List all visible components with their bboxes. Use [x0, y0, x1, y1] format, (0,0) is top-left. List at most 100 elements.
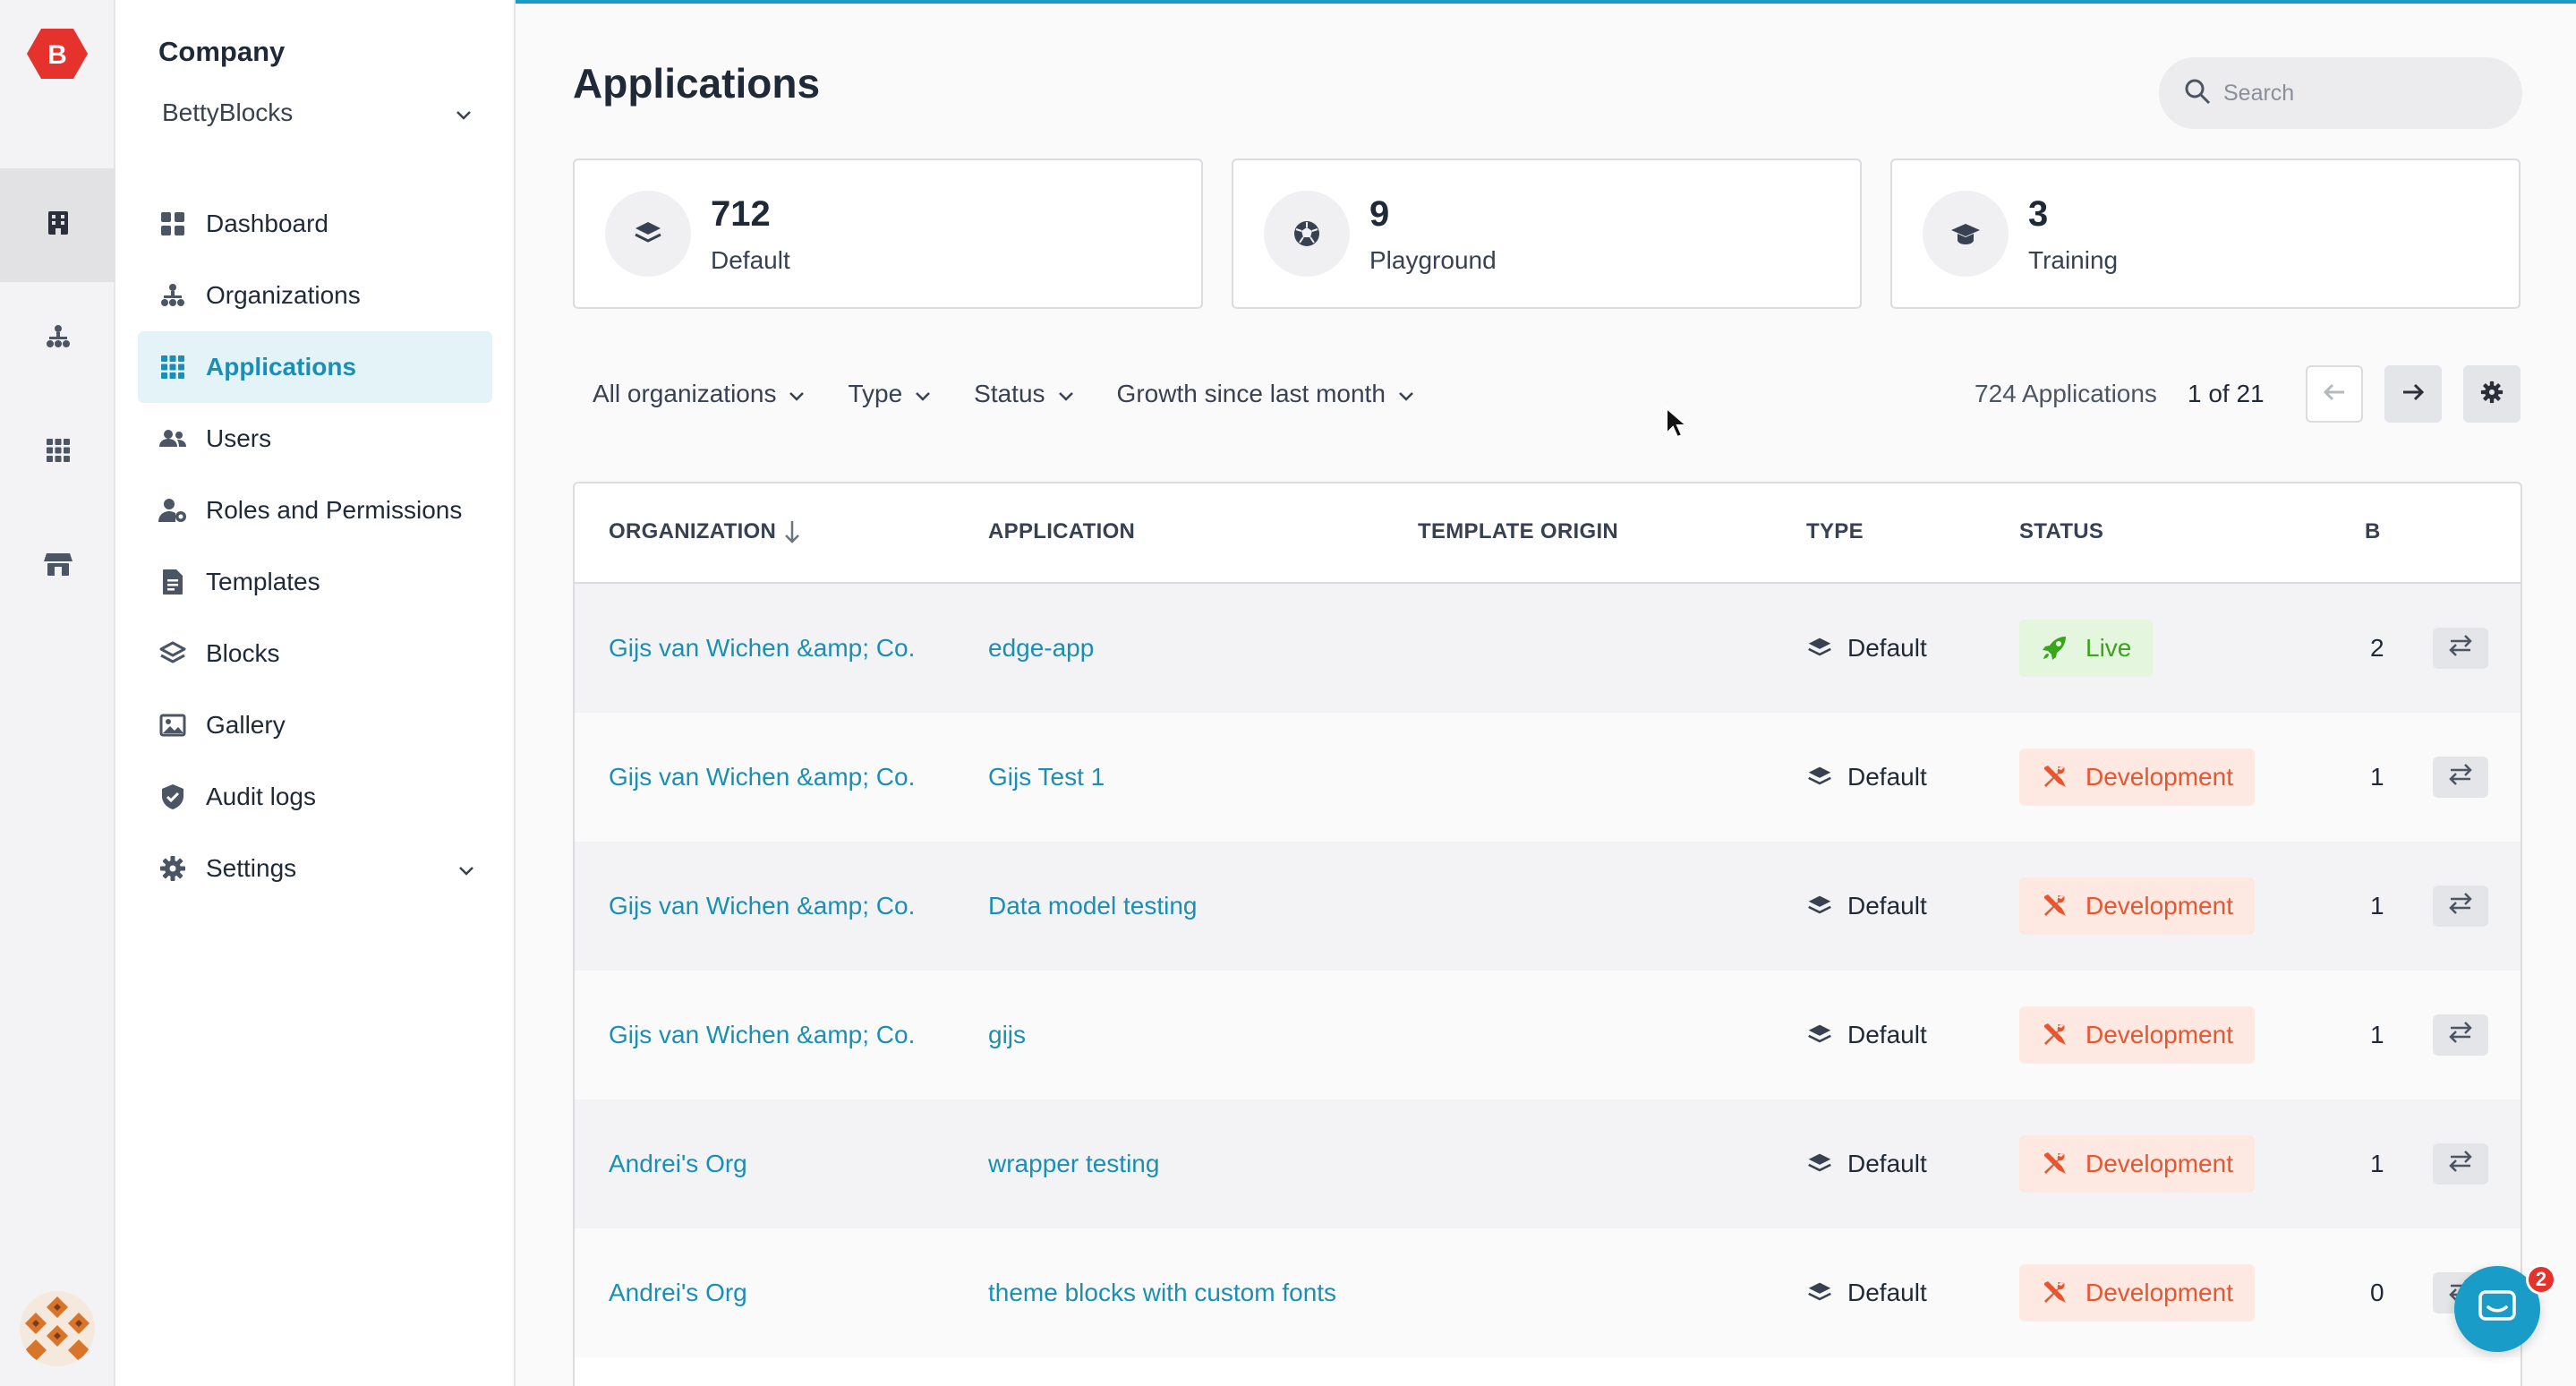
column-header-status[interactable]: STATUS: [2019, 519, 2103, 544]
chevron-down-icon: [1398, 380, 1414, 408]
status-badge: Live: [2019, 620, 2154, 677]
tools-icon: [2041, 764, 2068, 791]
betty-blocks-logo[interactable]: B: [25, 25, 90, 82]
application-link[interactable]: wrapper testing: [988, 1099, 1159, 1228]
application-link[interactable]: gijs: [988, 971, 1026, 1099]
status-label: Development: [2086, 1150, 2233, 1177]
status-cell: Development: [2019, 842, 2255, 971]
sidebar-item-audit-logs[interactable]: Audit logs: [138, 761, 492, 833]
sidebar: Company BettyBlocks Dashboard Organizati…: [115, 0, 516, 1386]
switch-environment-button[interactable]: [2433, 1014, 2488, 1056]
previous-page-button[interactable]: [2306, 365, 2363, 423]
users-icon: [158, 424, 188, 454]
application-link[interactable]: Data model testing: [988, 842, 1197, 971]
stat-label: Playground: [1369, 246, 1497, 274]
stat-card-default[interactable]: 712 Default: [573, 158, 1203, 309]
sidebar-item-gallery[interactable]: Gallery: [138, 689, 492, 761]
applications-table: ORGANIZATION APPLICATION TEMPLATE ORIGIN…: [573, 482, 2522, 1386]
organization-link[interactable]: Andrei's Org: [609, 1228, 747, 1357]
company-select[interactable]: BettyBlocks: [162, 93, 472, 133]
switch-cell: [2433, 971, 2488, 1099]
table-row[interactable]: Gijs van Wichen &amp; Co. Gijs Test 1 De…: [575, 713, 2521, 842]
stat-card-playground[interactable]: 9 Playground: [1232, 158, 1862, 309]
rail-company-button[interactable]: [0, 168, 115, 282]
table-settings-button[interactable]: [2463, 365, 2521, 423]
store-icon: [43, 551, 73, 582]
table-row[interactable]: Gijs van Wichen &amp; Co. edge-app Defau…: [575, 584, 2521, 713]
switch-environment-button[interactable]: [2433, 1143, 2488, 1185]
search-input[interactable]: [2223, 80, 2510, 107]
search-box[interactable]: [2159, 57, 2522, 129]
status-cell: Live: [2019, 584, 2154, 713]
application-link[interactable]: Gijs Test 1: [988, 713, 1105, 842]
column-header-label: APPLICATION: [988, 519, 1136, 543]
applications-count: 724 Applications: [1975, 380, 2157, 407]
mouse-cursor-icon: [1665, 406, 1689, 443]
logo-letter: B: [47, 40, 67, 70]
b-value: 1: [2370, 763, 2384, 791]
filter-organizations[interactable]: All organizations: [573, 367, 826, 421]
switch-environment-button[interactable]: [2433, 757, 2488, 798]
column-header-label: TYPE: [1806, 519, 1864, 543]
rail-store-button[interactable]: [0, 509, 115, 623]
organization-link[interactable]: Andrei's Org: [609, 1099, 747, 1228]
dashboard-icon: [158, 209, 188, 239]
type-cell: Default: [1806, 713, 1927, 842]
status-label: Development: [2086, 1279, 2233, 1306]
table-row[interactable]: Gijs van Wichen &amp; Co. gijs Default D…: [575, 971, 2521, 1099]
organization-link[interactable]: Gijs van Wichen &amp; Co.: [609, 713, 915, 842]
layers-icon: [1806, 1280, 1833, 1305]
sidebar-item-users[interactable]: Users: [138, 403, 492, 475]
type-label: Default: [1847, 892, 1927, 920]
table-row[interactable]: Gijs van Wichen &amp; Co. Data model tes…: [575, 842, 2521, 971]
sidebar-item-dashboard[interactable]: Dashboard: [138, 188, 492, 260]
sidebar-title: Company: [158, 36, 286, 67]
org-tree-icon: [158, 280, 188, 311]
rail-applications-button[interactable]: [0, 396, 115, 509]
swap-arrows-icon: [2447, 892, 2474, 921]
sidebar-item-settings[interactable]: Settings: [138, 833, 492, 904]
rocket-icon: [2041, 635, 2068, 662]
sidebar-item-templates[interactable]: Templates: [138, 546, 492, 618]
column-header-b[interactable]: B: [2365, 519, 2381, 544]
b-value: 1: [2370, 892, 2384, 920]
organization-link[interactable]: Gijs van Wichen &amp; Co.: [609, 842, 915, 971]
status-badge: Development: [2019, 1135, 2255, 1193]
organization-link[interactable]: Gijs van Wichen &amp; Co.: [609, 584, 915, 713]
sidebar-item-roles-and-permissions[interactable]: Roles and Permissions: [138, 475, 492, 546]
chevron-down-icon: [458, 854, 474, 883]
column-header-label: ORGANIZATION: [609, 519, 777, 543]
sidebar-item-blocks[interactable]: Blocks: [138, 618, 492, 689]
filter-growth[interactable]: Growth since last month: [1096, 367, 1436, 421]
column-header-template-origin[interactable]: TEMPLATE ORIGIN: [1418, 519, 1618, 544]
column-header-type[interactable]: TYPE: [1806, 519, 1864, 544]
application-link[interactable]: edge-app: [988, 584, 1094, 713]
type-cell: Default: [1806, 1099, 1927, 1228]
sidebar-item-applications[interactable]: Applications: [138, 331, 492, 403]
column-header-organization[interactable]: ORGANIZATION: [609, 519, 801, 544]
status-badge: Development: [2019, 1264, 2255, 1322]
rail-organizations-button[interactable]: [0, 282, 115, 396]
switch-cell: [2433, 1099, 2488, 1228]
organization-link[interactable]: Gijs van Wichen &amp; Co.: [609, 971, 915, 1099]
user-avatar[interactable]: [20, 1291, 95, 1366]
next-page-button[interactable]: [2384, 365, 2442, 423]
column-header-label: STATUS: [2019, 519, 2104, 543]
table-row[interactable]: Andrei's Org wrapper testing Default Dev…: [575, 1099, 2521, 1228]
sidebar-item-label: Dashboard: [206, 210, 328, 237]
swap-arrows-icon: [2447, 634, 2474, 663]
stat-card-training[interactable]: 3 Training: [1890, 158, 2521, 309]
application-link[interactable]: theme blocks with custom fonts: [988, 1228, 1336, 1357]
type-label: Default: [1847, 634, 1927, 662]
sidebar-item-organizations[interactable]: Organizations: [138, 260, 492, 331]
switch-environment-button[interactable]: [2433, 628, 2488, 669]
status-cell: Development: [2019, 971, 2255, 1099]
filter-status[interactable]: Status: [952, 367, 1095, 421]
filter-type[interactable]: Type: [826, 367, 952, 421]
status-cell: Development: [2019, 1099, 2255, 1228]
filter-bar: All organizations Type Status Growth sin…: [573, 367, 1436, 421]
switch-environment-button[interactable]: [2433, 886, 2488, 927]
layers-icon: [1806, 765, 1833, 790]
table-row[interactable]: Andrei's Org theme blocks with custom fo…: [575, 1228, 2521, 1357]
column-header-application[interactable]: APPLICATION: [988, 519, 1135, 544]
